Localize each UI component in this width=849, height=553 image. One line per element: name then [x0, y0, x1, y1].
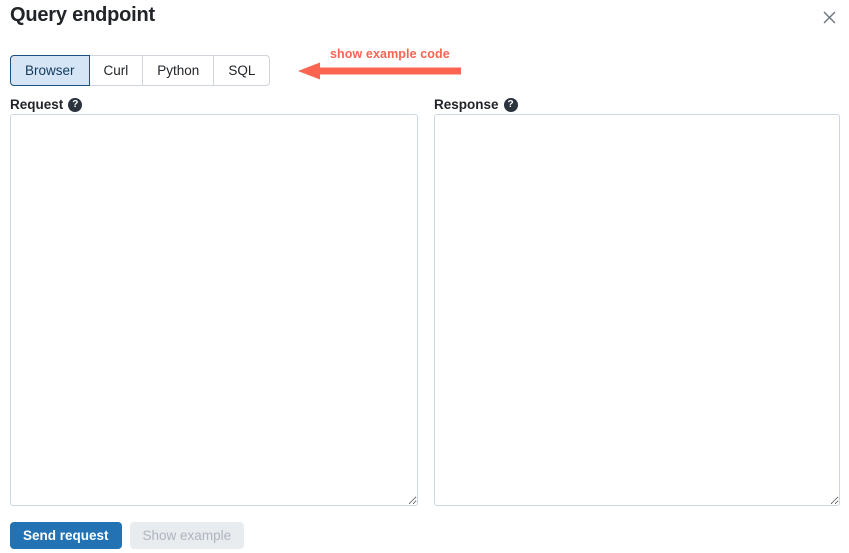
request-label-row: Request ? — [10, 96, 83, 114]
tab-sql[interactable]: SQL — [213, 55, 271, 86]
tab-group: Browser Curl Python SQL — [10, 55, 271, 86]
footer-actions: Send request Show example — [10, 522, 245, 549]
annotation-label: show example code — [330, 47, 450, 61]
request-input[interactable] — [10, 114, 418, 506]
request-label: Request — [10, 97, 64, 112]
send-request-button[interactable]: Send request — [10, 522, 122, 549]
close-button[interactable] — [816, 4, 842, 30]
page-title: Query endpoint — [10, 4, 155, 26]
show-example-button: Show example — [129, 522, 245, 549]
response-label-row: Response ? — [434, 96, 518, 114]
tab-curl[interactable]: Curl — [89, 55, 143, 86]
left-arrow-icon — [298, 62, 463, 85]
help-circle-icon[interactable]: ? — [503, 98, 518, 112]
tab-python[interactable]: Python — [142, 55, 214, 86]
annotation-callout: show example code — [298, 47, 468, 80]
help-circle-icon[interactable]: ? — [68, 98, 83, 112]
response-output[interactable] — [434, 114, 840, 506]
close-icon — [823, 11, 836, 24]
response-label: Response — [434, 97, 499, 112]
tab-browser[interactable]: Browser — [10, 55, 90, 86]
